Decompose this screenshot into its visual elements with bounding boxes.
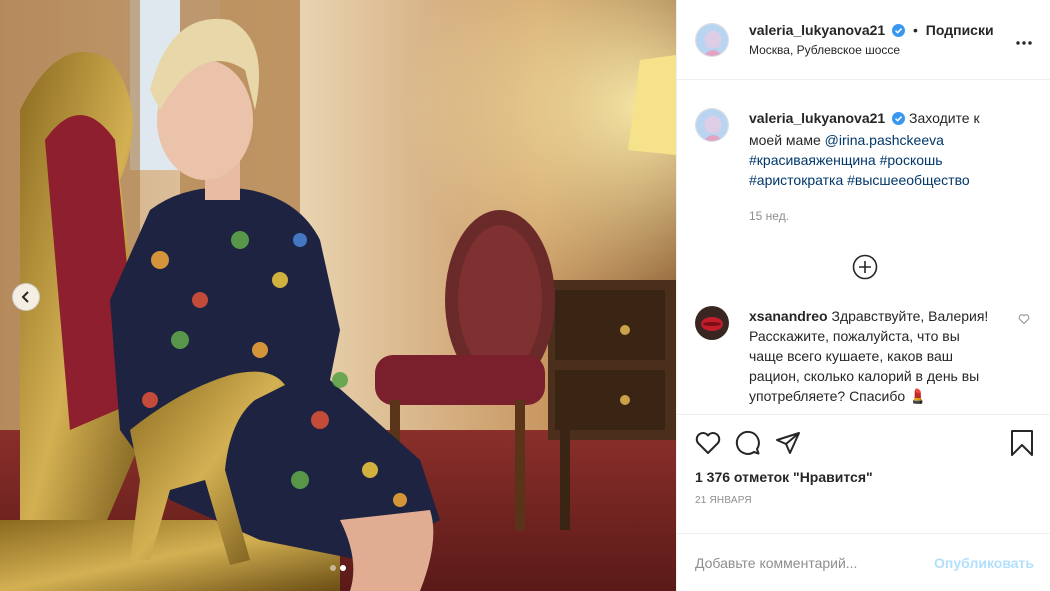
add-comment-input[interactable]	[695, 554, 935, 571]
share-button[interactable]	[775, 427, 807, 459]
carousel-prev-button[interactable]	[12, 283, 40, 311]
author-avatar[interactable]	[695, 22, 729, 57]
like-button[interactable]	[695, 427, 727, 459]
comment-button[interactable]	[735, 427, 767, 459]
caption-author-avatar[interactable]	[695, 108, 729, 142]
publish-button[interactable]: Опубликовать	[934, 555, 1034, 571]
commenter-avatar[interactable]	[695, 306, 729, 340]
post-photo[interactable]	[0, 0, 676, 591]
commenter-username[interactable]: xsanandreo	[749, 308, 828, 324]
carousel-indicator	[330, 565, 346, 571]
hashtag-link[interactable]: #красиваяженщина	[749, 152, 876, 168]
add-comment-bar: Опубликовать	[677, 533, 1050, 591]
verified-badge-icon	[892, 23, 906, 41]
avatar-image	[696, 23, 728, 56]
verified-badge-icon	[892, 110, 906, 130]
following-button[interactable]: Подписки	[926, 22, 994, 38]
caption: valeria_lukyanova21 Заходите к моей маме…	[695, 108, 1034, 226]
separator-bullet: •	[913, 21, 918, 38]
bookmark-icon	[1011, 430, 1033, 456]
load-more-comments-button[interactable]	[695, 254, 1034, 280]
heart-icon	[695, 432, 721, 454]
caption-username[interactable]: valeria_lukyanova21	[749, 110, 885, 126]
carousel-dot-active	[340, 565, 346, 571]
more-options-icon	[1016, 41, 1032, 45]
location-link[interactable]: Москва, Рублевское шоссе	[749, 41, 994, 59]
post-side-panel: valeria_lukyanova21 • Подписки Москва, Р…	[676, 0, 1050, 591]
comment-item: xsanandreo Здравствуйте, Валерия! Расска…	[695, 306, 1034, 406]
caption-timestamp[interactable]: 15 нед.	[749, 206, 1009, 226]
author-username[interactable]: valeria_lukyanova21	[749, 22, 885, 38]
comment-icon	[735, 430, 760, 455]
plus-circle-icon	[852, 254, 877, 280]
mention-link[interactable]: @irina.pashckeeva	[825, 132, 944, 148]
likes-count[interactable]: 1 376 отметок "Нравится"	[695, 469, 1034, 485]
post-date[interactable]: 21 ЯНВАРЯ	[695, 495, 1034, 506]
hashtag-link[interactable]: #аристократка	[749, 172, 843, 188]
save-button[interactable]	[1010, 429, 1034, 460]
like-comment-button[interactable]	[1018, 312, 1030, 328]
hashtag-link[interactable]: #высшееобщество	[847, 172, 970, 188]
heart-icon	[1018, 314, 1030, 325]
carousel-dot	[330, 565, 336, 571]
post-header: valeria_lukyanova21 • Подписки Москва, Р…	[677, 0, 1050, 80]
instagram-post: valeria_lukyanova21 • Подписки Москва, Р…	[0, 0, 1050, 591]
more-options-button[interactable]	[1016, 32, 1032, 48]
chevron-left-icon	[21, 291, 29, 303]
post-actions: 1 376 отметок "Нравится" 21 ЯНВАРЯ	[677, 414, 1050, 533]
comments-section[interactable]: valeria_lukyanova21 Заходите к моей маме…	[677, 80, 1050, 414]
photo-image	[0, 0, 676, 591]
avatar-image	[695, 306, 729, 340]
avatar-image	[696, 109, 728, 141]
hashtag-link[interactable]: #роскошь	[880, 152, 943, 168]
share-icon	[776, 432, 800, 454]
